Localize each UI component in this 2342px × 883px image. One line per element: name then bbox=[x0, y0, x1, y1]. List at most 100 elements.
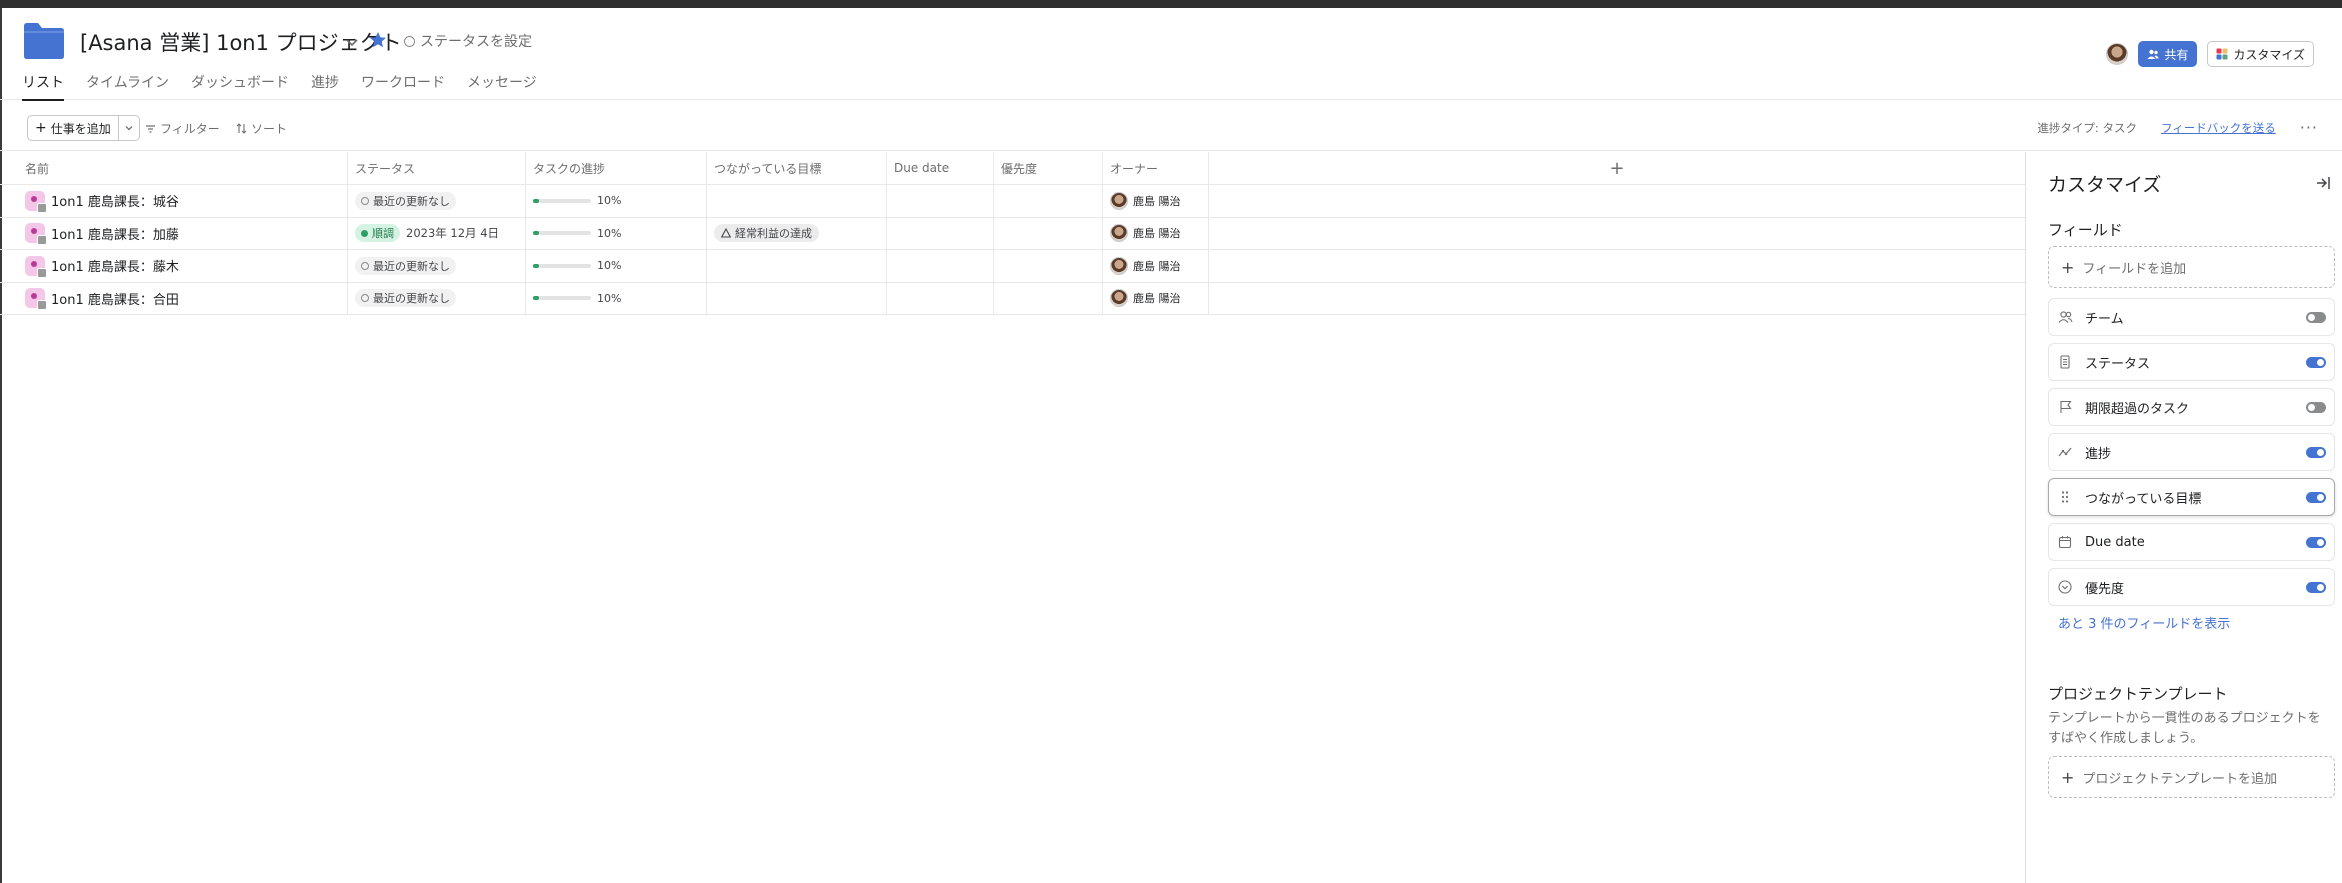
priority-cell[interactable] bbox=[994, 217, 1103, 249]
add-template-button[interactable]: + プロジェクトテンプレートを追加 bbox=[2048, 756, 2335, 798]
status-cell[interactable]: 最近の更新なし bbox=[348, 282, 526, 314]
task-avatar-icon bbox=[25, 255, 47, 278]
template-section-title: プロジェクトテンプレート bbox=[2048, 685, 2228, 703]
priority-cell[interactable] bbox=[994, 282, 1103, 314]
owner-cell[interactable]: 鹿島 陽治 bbox=[1103, 282, 1209, 314]
fields-section-title: フィールド bbox=[2048, 221, 2123, 239]
task-avatar-icon bbox=[25, 288, 47, 311]
field-label: ステータス bbox=[2085, 356, 2151, 372]
field-label: つながっている目標 bbox=[2085, 491, 2202, 507]
field-card-connected-goals[interactable]: つながっている目標 bbox=[2048, 478, 2335, 516]
task-name-cell[interactable]: 1on1 鹿島課長：藤木 bbox=[0, 250, 348, 282]
set-status-button[interactable]: ステータスを設定 bbox=[404, 31, 532, 51]
owner-avatar bbox=[1110, 289, 1128, 308]
field-toggle[interactable] bbox=[2306, 447, 2326, 458]
field-card-due-date[interactable]: Due date bbox=[2048, 523, 2335, 561]
column-header-owner[interactable]: オーナー bbox=[1103, 152, 1209, 184]
progress-cell: 10% bbox=[526, 217, 707, 249]
progress-text: 10% bbox=[597, 194, 622, 208]
tab-progress[interactable]: 進捗 bbox=[311, 72, 339, 101]
column-header-progress[interactable]: タスクの進捗 bbox=[526, 152, 707, 184]
progress-fill bbox=[533, 198, 539, 203]
show-more-fields-link[interactable]: あと 3 件のフィールドを表示 bbox=[2058, 613, 2230, 632]
column-header-goals[interactable]: つながっている目標 bbox=[707, 152, 887, 184]
empty-cell bbox=[1209, 283, 2025, 315]
collapse-panel-icon[interactable] bbox=[2314, 174, 2332, 192]
filter-icon bbox=[146, 124, 155, 133]
field-label: チーム bbox=[2085, 311, 2124, 327]
customize-label: カスタマイズ bbox=[2233, 47, 2305, 62]
field-card-status[interactable]: ステータス bbox=[2048, 343, 2335, 381]
folder-icon[interactable] bbox=[22, 22, 66, 60]
filter-button[interactable]: フィルター bbox=[145, 120, 220, 137]
field-toggle[interactable] bbox=[2306, 582, 2326, 593]
column-header-due-date[interactable]: Due date bbox=[887, 152, 994, 184]
share-button[interactable]: 共有 bbox=[2138, 41, 2198, 67]
status-pill: 順調 bbox=[355, 224, 400, 243]
column-header-name[interactable]: 名前 bbox=[0, 152, 348, 184]
due-date-cell[interactable] bbox=[887, 282, 994, 314]
add-task-dropdown[interactable] bbox=[119, 116, 139, 140]
field-card-team[interactable]: チーム bbox=[2048, 298, 2335, 336]
owner-cell[interactable]: 鹿島 陽治 bbox=[1103, 250, 1209, 282]
column-header-priority[interactable]: 優先度 bbox=[994, 152, 1103, 184]
project-header: [Asana 営業] 1on1 プロジェクト ステータスを設定 共有 カスタマイ… bbox=[0, 8, 2342, 101]
progress-type-button[interactable]: 進捗タイプ: タスク bbox=[2037, 120, 2137, 136]
add-task-button[interactable]: + 仕事を追加 bbox=[28, 116, 119, 140]
customize-button[interactable]: カスタマイズ bbox=[2207, 41, 2314, 67]
panel-title: カスタマイズ bbox=[2048, 174, 2162, 196]
status-cell[interactable]: 最近の更新なし bbox=[348, 250, 526, 282]
goal-cell[interactable] bbox=[707, 282, 887, 314]
table-row[interactable]: 1on1 鹿島課長：城谷 最近の更新なし 10% 鹿島 陽治 bbox=[0, 185, 2025, 218]
tab-messages[interactable]: メッセージ bbox=[467, 72, 537, 101]
header-actions: 共有 カスタマイズ bbox=[2106, 41, 2314, 67]
sort-button[interactable]: ソート bbox=[236, 120, 287, 137]
status-text: 最近の更新なし bbox=[373, 292, 450, 306]
list-toolbar: + 仕事を追加 フィルター ソート 進捗タイプ: タスク フィードバックを送る … bbox=[0, 101, 2342, 151]
field-card-progress[interactable]: 進捗 bbox=[2048, 433, 2335, 471]
tab-list[interactable]: リスト bbox=[22, 72, 64, 101]
table-row[interactable]: 1on1 鹿島課長：藤木 最近の更新なし 10% 鹿島 陽治 bbox=[0, 250, 2025, 283]
user-avatar[interactable] bbox=[2106, 43, 2129, 65]
field-toggle[interactable] bbox=[2306, 492, 2326, 503]
priority-cell[interactable] bbox=[994, 250, 1103, 282]
table-row[interactable]: 1on1 鹿島課長：合田 最近の更新なし 10% 鹿島 陽治 bbox=[0, 282, 2025, 315]
field-card-priority[interactable]: 優先度 bbox=[2048, 568, 2335, 606]
due-date-cell[interactable] bbox=[887, 217, 994, 249]
column-header-status[interactable]: ステータス bbox=[348, 152, 526, 184]
task-name-cell[interactable]: 1on1 鹿島課長：加藤 bbox=[0, 217, 348, 249]
tab-timeline[interactable]: タイムライン bbox=[86, 72, 169, 101]
priority-cell[interactable] bbox=[994, 185, 1103, 217]
add-task-button-group: + 仕事を追加 bbox=[27, 115, 140, 141]
due-date-cell[interactable] bbox=[887, 185, 994, 217]
status-circle-icon bbox=[361, 294, 369, 303]
goal-cell[interactable] bbox=[707, 250, 887, 282]
add-field-button[interactable]: + フィールドを追加 bbox=[2048, 246, 2335, 288]
feedback-link[interactable]: フィードバックを送る bbox=[2161, 120, 2276, 136]
goal-cell[interactable] bbox=[707, 185, 887, 217]
chevron-down-icon[interactable] bbox=[344, 34, 360, 50]
field-toggle[interactable] bbox=[2306, 357, 2326, 368]
add-column-button[interactable]: + bbox=[1209, 152, 2025, 184]
more-options-icon[interactable]: ··· bbox=[2300, 118, 2318, 137]
star-icon[interactable] bbox=[368, 30, 388, 50]
owner-cell[interactable]: 鹿島 陽治 bbox=[1103, 185, 1209, 217]
task-name-cell[interactable]: 1on1 鹿島課長：城谷 bbox=[0, 185, 348, 217]
progress-text: 10% bbox=[597, 259, 622, 273]
field-toggle[interactable] bbox=[2306, 312, 2326, 323]
drag-handle-icon[interactable] bbox=[2057, 489, 2073, 505]
field-card-overdue-tasks[interactable]: 期限超過のタスク bbox=[2048, 388, 2335, 426]
tab-dashboard[interactable]: ダッシュボード bbox=[191, 72, 289, 101]
goal-cell[interactable]: 経常利益の達成 bbox=[707, 217, 887, 249]
table-row[interactable]: 1on1 鹿島課長：加藤 順調 2023年 12月 4日 10% 経常利益の達成 bbox=[0, 217, 2025, 250]
status-cell[interactable]: 最近の更新なし bbox=[348, 185, 526, 217]
due-date-cell[interactable] bbox=[887, 250, 994, 282]
task-name: 1on1 鹿島課長：城谷 bbox=[51, 195, 179, 211]
owner-cell[interactable]: 鹿島 陽治 bbox=[1103, 217, 1209, 249]
tab-workload[interactable]: ワークロード bbox=[361, 72, 445, 101]
status-cell[interactable]: 順調 2023年 12月 4日 bbox=[348, 217, 526, 249]
goal-pill[interactable]: 経常利益の達成 bbox=[714, 224, 819, 243]
field-toggle[interactable] bbox=[2306, 402, 2326, 413]
task-name-cell[interactable]: 1on1 鹿島課長：合田 bbox=[0, 282, 348, 314]
field-toggle[interactable] bbox=[2306, 537, 2326, 548]
